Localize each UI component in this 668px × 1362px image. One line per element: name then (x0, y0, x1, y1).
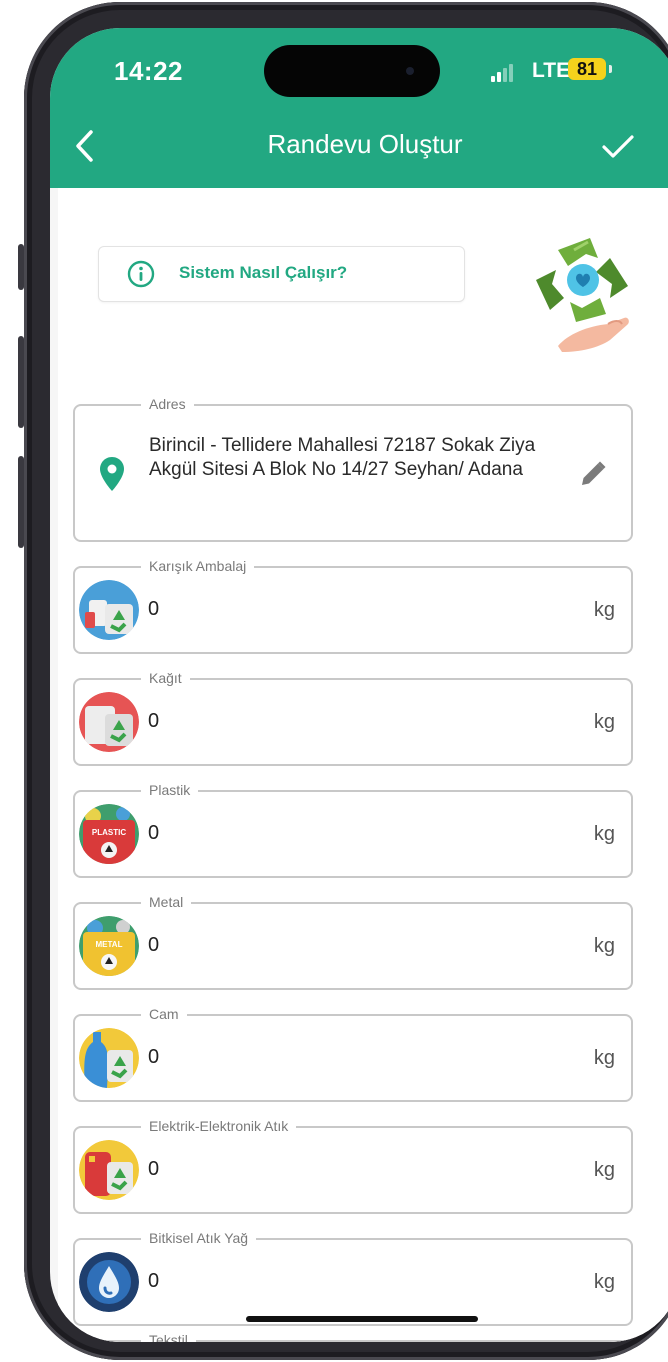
waste-value: 0 (148, 1270, 160, 1292)
waste-label: Kağıt (141, 669, 190, 687)
glass-icon (79, 1028, 139, 1088)
form-content: Sistem Nasıl Çalışır? Adres Birincil - T… (58, 188, 668, 1342)
waste-label: Elektrik-Elektronik Atık (141, 1117, 297, 1135)
waste-label: Karışık Ambalaj (141, 557, 255, 575)
how-system-works-button[interactable]: Sistem Nasıl Çalışır? (98, 246, 465, 302)
waste-field-paper[interactable]: Kağıt 0 kg (73, 669, 633, 766)
waste-value: 0 (148, 934, 160, 956)
waste-label: Plastik (141, 781, 199, 799)
silent-switch (18, 244, 24, 290)
waste-value: 0 (148, 822, 160, 844)
waste-label: Cam (141, 1005, 187, 1023)
address-field[interactable]: Adres Birincil - Tellidere Mahallesi 721… (73, 395, 633, 542)
electronic-waste-icon (79, 1140, 139, 1200)
location-pin-icon (100, 457, 124, 491)
unit-label: kg (593, 823, 615, 845)
waste-field-glass[interactable]: Cam 0 kg (73, 1005, 633, 1102)
volume-down-button (18, 456, 24, 548)
confirm-button[interactable] (598, 126, 638, 166)
waste-value: 0 (148, 1046, 160, 1068)
recycle-hand-logo (536, 238, 629, 352)
camera-dot (406, 67, 414, 75)
app-header: 14:22 LTE 81 Randevu Oluştur (50, 28, 668, 188)
pencil-icon[interactable] (577, 458, 609, 490)
paper-icon (79, 692, 139, 752)
plastic-icon: PLASTIC (79, 804, 139, 864)
unit-label: kg (593, 1271, 615, 1293)
unit-label: kg (593, 599, 615, 621)
unit-label: kg (593, 711, 615, 733)
address-label: Adres (141, 395, 194, 413)
battery-icon: 81 (568, 58, 606, 80)
unit-label: kg (593, 1159, 615, 1181)
home-indicator[interactable] (246, 1316, 478, 1322)
waste-field-mixed-packaging[interactable]: Karışık Ambalaj 0 kg (73, 557, 633, 654)
network-label: LTE (532, 59, 571, 82)
volume-up-button (18, 336, 24, 428)
address-value: Birincil - Tellidere Mahallesi 72187 Sok… (149, 435, 536, 480)
signal-icon (491, 64, 515, 82)
unit-label: kg (593, 1047, 615, 1069)
unit-label: kg (593, 935, 615, 957)
waste-label: Bitkisel Atık Yağ (141, 1229, 257, 1247)
waste-field-vegetable-oil[interactable]: Bitkisel Atık Yağ 0 kg (73, 1229, 633, 1326)
waste-value: 0 (148, 710, 160, 732)
plastic-icon-text: PLASTIC (92, 828, 126, 837)
waste-value: 0 (148, 598, 160, 620)
page-title: Randevu Oluştur (267, 129, 463, 159)
waste-field-textile[interactable]: Tekstil (73, 1331, 633, 1342)
metal-icon-text: METAL (96, 940, 123, 949)
waste-label: Tekstil (141, 1331, 196, 1342)
vegetable-oil-icon (79, 1252, 139, 1312)
battery-tip (609, 65, 612, 73)
waste-field-metal[interactable]: Metal METAL 0 kg (73, 893, 633, 990)
waste-field-electronic[interactable]: Elektrik-Elektronik Atık 0 kg (73, 1117, 633, 1214)
metal-icon: METAL (79, 916, 139, 976)
checkmark-icon (602, 135, 634, 158)
status-time: 14:22 (114, 56, 183, 86)
waste-value: 0 (148, 1158, 160, 1180)
info-circle-icon (127, 260, 155, 288)
waste-field-plastic[interactable]: Plastik PLASTIC 0 kg (73, 781, 633, 878)
mixed-packaging-icon (79, 580, 139, 640)
waste-label: Metal (141, 893, 192, 911)
dynamic-island (264, 45, 440, 97)
screen: 14:22 LTE 81 Randevu Oluştur Sistem Nası… (50, 28, 668, 1342)
info-button-label: Sistem Nasıl Çalışır? (179, 263, 348, 282)
